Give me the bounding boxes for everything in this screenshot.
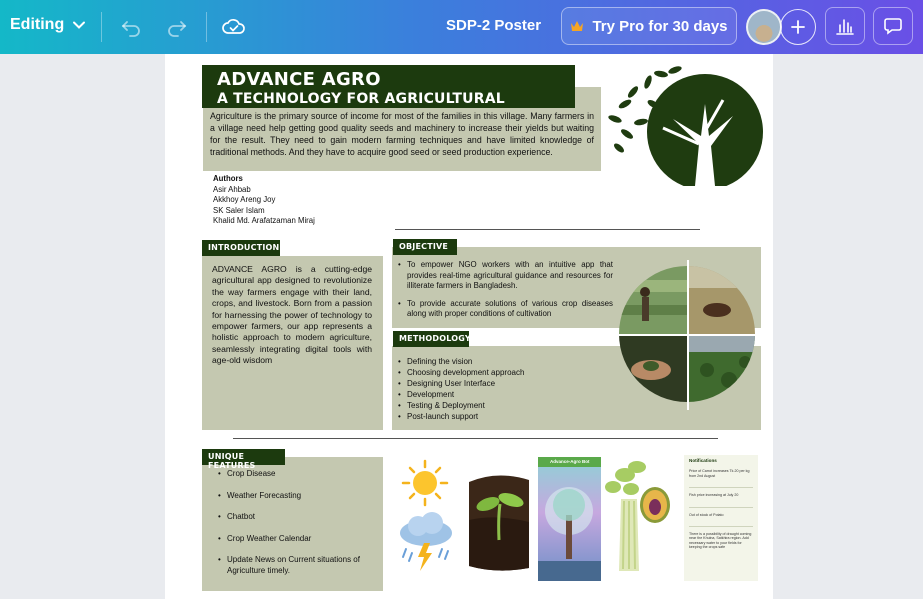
methodology-list: Defining the vision Choosing development…: [398, 356, 598, 422]
introduction-label: INTRODUCTION: [202, 240, 280, 256]
redo-button[interactable]: [164, 14, 190, 40]
list-item: Crop Weather Calendar: [218, 534, 378, 545]
toolbar-divider: [206, 12, 207, 42]
notifications-title: Notifications: [689, 458, 717, 463]
introduction-text: ADVANCE AGRO is a cutting-edge agricultu…: [212, 264, 372, 366]
list-item: Defining the vision: [398, 356, 598, 367]
plus-icon: [791, 20, 805, 34]
author-name: Asir Ahbab: [213, 184, 251, 194]
save-status-button[interactable]: [221, 14, 247, 40]
try-pro-button[interactable]: Try Pro for 30 days: [561, 7, 737, 45]
avatar[interactable]: [746, 9, 782, 45]
insights-button[interactable]: [825, 7, 865, 45]
tree-logo[interactable]: [603, 64, 769, 186]
list-item: To empower NGO workers with an intuitive…: [398, 260, 613, 292]
list-item: To provide accurate solutions of various…: [398, 299, 613, 320]
notification-item[interactable]: Out of stock of Potato: [689, 513, 753, 528]
chatbot-screen[interactable]: Advance-Agro Bot: [538, 457, 601, 581]
document-title[interactable]: SDP-2 Poster: [446, 17, 541, 34]
tree-illustration: [538, 487, 601, 581]
authors-heading: Authors: [213, 174, 243, 183]
comment-icon: [884, 18, 902, 35]
crown-icon: [571, 21, 584, 31]
features-list: Crop Disease Weather Forecasting Chatbot…: [218, 469, 378, 576]
title-block[interactable]: ADVANCE AGRO A TECHNOLOGY FOR AGRICULTUR…: [202, 65, 575, 123]
undo-icon: [121, 21, 140, 37]
list-item: Development: [398, 389, 598, 400]
list-item: Crop Disease: [218, 469, 378, 480]
list-item: Post-launch support: [398, 411, 598, 422]
list-item: Choosing development approach: [398, 367, 598, 378]
try-pro-label: Try Pro for 30 days: [592, 17, 728, 35]
farming-photo-collage[interactable]: [617, 260, 762, 410]
author-name: Khalid Md. Arafatzaman Miraj: [213, 216, 315, 225]
list-item: Weather Forecasting: [218, 491, 378, 502]
features-label: UNIQUE FEATURES: [202, 449, 285, 470]
divider-line: [233, 438, 718, 439]
redo-icon: [168, 21, 187, 37]
notification-item[interactable]: Fish price increasing at July 20: [689, 493, 753, 508]
intro-paragraph[interactable]: Agriculture is the primary source of inc…: [203, 108, 601, 171]
notifications-screen[interactable]: Notifications Price of Carrot increases …: [684, 455, 758, 581]
cloud-saved-icon: [222, 19, 245, 34]
undo-button[interactable]: [118, 14, 144, 40]
seedling-image[interactable]: [467, 470, 531, 572]
list-item: Testing & Deployment: [398, 400, 598, 411]
share-add-button[interactable]: [780, 9, 816, 45]
chevron-down-icon: [73, 21, 86, 29]
objective-label: OBJECTIVE: [393, 239, 457, 255]
insights-icon: [836, 19, 854, 35]
editing-label: Editing: [10, 16, 65, 33]
list-item: Designing User Interface: [398, 378, 598, 389]
author-name: Akkhoy Areng Joy: [213, 195, 276, 204]
poster-canvas[interactable]: ADVANCE AGRO A TECHNOLOGY FOR AGRICULTUR…: [165, 54, 773, 599]
poster-title: ADVANCE AGRO: [217, 69, 381, 90]
methodology-label: METHODOLOGY: [393, 331, 471, 347]
vegetables-image[interactable]: [605, 459, 675, 576]
notification-item[interactable]: Price of Carrot increases Tk.20 per kg f…: [689, 469, 753, 489]
weather-illustration[interactable]: [390, 459, 460, 579]
toolbar-divider: [101, 12, 102, 42]
divider-line: [395, 229, 700, 230]
author-name: SK Saler Islam: [213, 205, 265, 215]
authors-block[interactable]: Authors Asir Ahbab Akkhoy Areng Joy SK S…: [213, 174, 315, 227]
editor-toolbar: Editing SDP-2 Poster Try Pro for 30 days: [0, 0, 923, 54]
editing-mode-dropdown[interactable]: Editing: [10, 16, 86, 34]
chatbot-title: Advance-Agro Bot: [538, 457, 601, 467]
notification-item[interactable]: There is a possibility of draught coming…: [689, 532, 753, 554]
list-item: Update News on Current situations of Agr…: [218, 555, 378, 576]
objective-list: To empower NGO workers with an intuitive…: [398, 260, 613, 320]
comments-button[interactable]: [873, 7, 913, 45]
list-item: Chatbot: [218, 512, 378, 523]
